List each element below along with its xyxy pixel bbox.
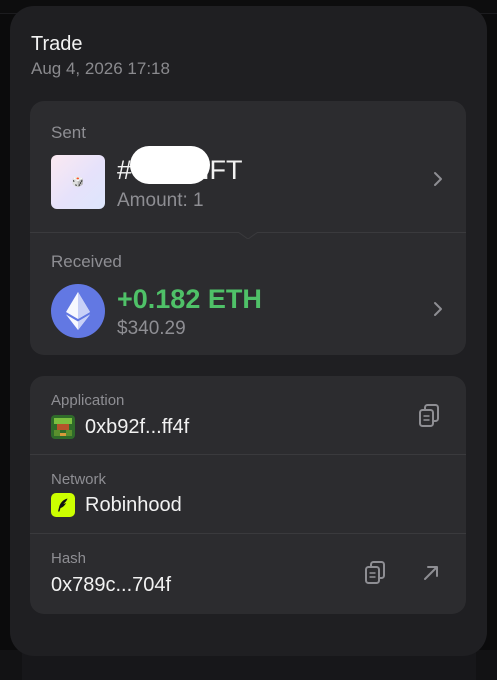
application-icon: [51, 415, 75, 439]
ethereum-icon: [51, 284, 105, 338]
received-label: Received: [51, 252, 122, 271]
transaction-detail-sheet: Trade Aug 4, 2026 17:18 Sent 🎲 # NFT Amou…: [10, 6, 487, 656]
page-title: Trade: [31, 33, 83, 55]
transaction-hash: 0x789c...704f: [51, 574, 172, 596]
chevron-right-icon: [432, 167, 444, 195]
received-amount: +0.182 ETH: [117, 284, 262, 314]
arrow-down-notch-icon: [238, 227, 258, 239]
transfer-card: Sent 🎲 # NFT Amount: 1 Received +0.182 E…: [30, 101, 466, 355]
received-usd-value: $340.29: [117, 318, 186, 339]
divider: [30, 533, 466, 534]
nft-amount: Amount: 1: [117, 190, 204, 211]
nft-thumbnail: 🎲: [51, 155, 105, 209]
external-link-arrow-icon[interactable]: [417, 559, 445, 587]
network-name: Robinhood: [85, 494, 182, 516]
redaction-mark: [130, 146, 210, 184]
hash-label: Hash: [51, 550, 87, 567]
dice-icon: 🎲: [71, 176, 85, 188]
transaction-date: Aug 4, 2026 17:18: [31, 59, 170, 78]
copy-icon[interactable]: [415, 402, 443, 430]
sent-label: Sent: [51, 123, 86, 142]
copy-icon[interactable]: [361, 559, 389, 587]
application-address: 0xb92f...ff4f: [85, 416, 190, 438]
divider: [30, 454, 466, 455]
network-label: Network: [51, 471, 107, 488]
chevron-right-icon: [432, 297, 444, 325]
details-card: Application 0xb92f...ff4f Network Robinh…: [30, 376, 466, 614]
application-label: Application: [51, 392, 125, 409]
robinhood-feather-icon: [51, 493, 75, 517]
